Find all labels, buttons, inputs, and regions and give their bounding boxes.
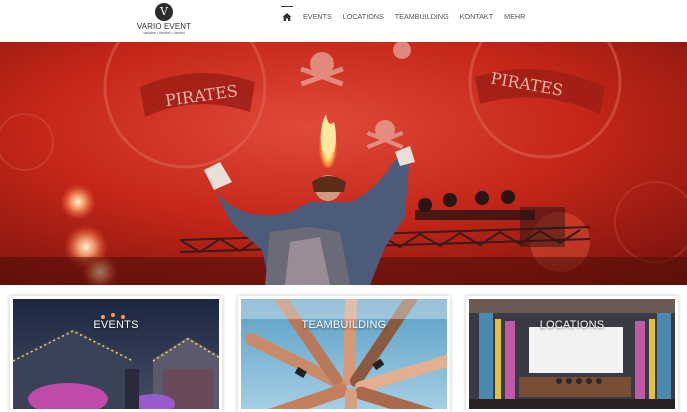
card-events[interactable]: EVENTS (10, 296, 222, 412)
main-nav: EVENTS LOCATIONS TEAMBUILDING KONTAKT ME… (281, 0, 536, 34)
teambuilding-photo (241, 299, 447, 409)
nav-home[interactable] (281, 0, 293, 34)
home-icon (282, 13, 292, 22)
site-logo[interactable]: V VARIO EVENT variabel • flexibel • über… (136, 3, 192, 37)
nav-mehr[interactable]: MEHR (504, 0, 525, 34)
nav-locations[interactable]: LOCATIONS (343, 0, 384, 34)
site-header: V VARIO EVENT variabel • flexibel • über… (0, 0, 687, 42)
card-locations[interactable]: LOCATIONS (466, 296, 678, 412)
events-photo (13, 299, 219, 409)
nav-events[interactable]: EVENTS (303, 0, 332, 34)
logo-mark: V (155, 3, 173, 21)
locations-photo (469, 299, 675, 409)
card-title-locations: LOCATIONS (539, 319, 605, 331)
card-teambuilding[interactable]: TEAMBUILDING (238, 296, 450, 412)
nav-teambuilding[interactable]: TEAMBUILDING (395, 0, 449, 34)
logo-name: VARIO EVENT (136, 22, 192, 31)
hero-fire-performer-photo: PIRATES PIRATES (0, 42, 687, 285)
logo-tagline: variabel • flexibel • überall (143, 31, 185, 35)
card-title-teambuilding: TEAMBUILDING (301, 319, 387, 331)
hero-image: PIRATES PIRATES (0, 42, 687, 285)
category-cards: EVENTS TEAMBUILDING LOCATIONS (0, 285, 687, 412)
card-title-events: EVENTS (93, 319, 139, 331)
nav-kontakt[interactable]: KONTAKT (460, 0, 493, 34)
